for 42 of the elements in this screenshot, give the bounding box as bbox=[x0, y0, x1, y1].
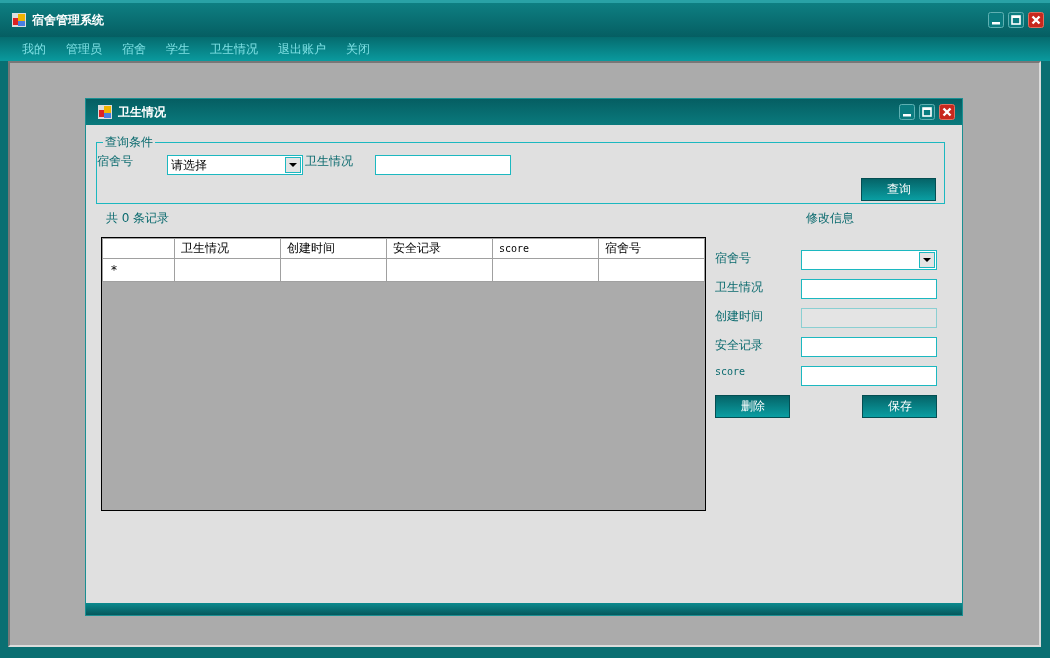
column-header[interactable]: 安全记录 bbox=[386, 238, 493, 259]
menu-item[interactable]: 宿舍 bbox=[112, 40, 156, 58]
maximize-icon[interactable] bbox=[1008, 12, 1024, 28]
save-button[interactable]: 保存 bbox=[862, 395, 937, 418]
column-header[interactable]: score bbox=[492, 238, 599, 259]
app-icon bbox=[12, 13, 26, 27]
new-row-marker: * bbox=[102, 258, 175, 282]
column-header[interactable]: 宿舍号 bbox=[598, 238, 705, 259]
input-field[interactable] bbox=[801, 366, 937, 386]
window-title: 卫生情况 bbox=[118, 103, 167, 121]
field-label: 卫生情况 bbox=[305, 153, 354, 170]
field-label: 宿舍号 bbox=[715, 250, 751, 267]
delete-button[interactable]: 删除 bbox=[715, 395, 790, 418]
minimize-icon[interactable] bbox=[899, 104, 915, 120]
column-header[interactable]: 创建时间 bbox=[280, 238, 387, 259]
section-title: 修改信息 bbox=[806, 210, 854, 227]
input-field[interactable] bbox=[375, 155, 511, 175]
menu-item[interactable]: 退出账户 bbox=[268, 40, 336, 58]
query-button[interactable]: 查询 bbox=[861, 178, 936, 201]
field-label: 创建时间 bbox=[715, 308, 763, 325]
menu-item[interactable]: 学生 bbox=[156, 40, 200, 58]
column-header[interactable]: 卫生情况 bbox=[174, 238, 281, 259]
menu-item[interactable]: 管理员 bbox=[56, 40, 112, 58]
menu-item[interactable]: 我的 bbox=[12, 40, 56, 58]
input-field[interactable] bbox=[801, 279, 937, 299]
app-icon bbox=[98, 105, 112, 119]
menu-item[interactable]: 卫生情况 bbox=[200, 40, 268, 58]
minimize-icon[interactable] bbox=[988, 12, 1004, 28]
close-icon[interactable] bbox=[1028, 12, 1044, 28]
record-count: 共 0 条记录 bbox=[106, 210, 170, 227]
dropdown-field[interactable]: 请选择 bbox=[167, 155, 303, 175]
input-field[interactable] bbox=[801, 337, 937, 357]
maximize-icon[interactable] bbox=[919, 104, 935, 120]
field-label: score bbox=[715, 366, 746, 377]
dropdown-field[interactable] bbox=[801, 250, 937, 270]
field-label: 宿舍号 bbox=[97, 153, 134, 170]
menu-item[interactable]: 关闭 bbox=[336, 40, 380, 58]
group-title: 查询条件 bbox=[104, 134, 154, 151]
field-label: 卫生情况 bbox=[715, 279, 763, 296]
window-title: 宿舍管理系统 bbox=[32, 11, 105, 29]
close-icon[interactable] bbox=[939, 104, 955, 120]
field-label: 安全记录 bbox=[715, 337, 763, 354]
